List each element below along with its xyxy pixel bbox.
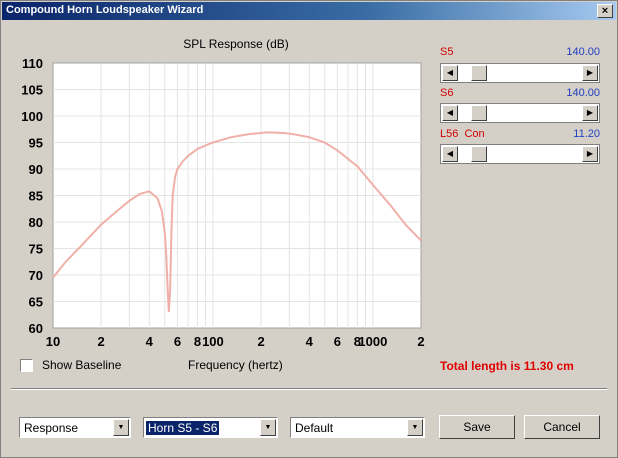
x-tick-label: 4	[306, 334, 314, 349]
horn-select-value: Horn S5 - S6	[144, 420, 221, 436]
scroll-left-icon[interactable]: ◀	[442, 65, 458, 81]
slider-s5[interactable]: ◀ ▶	[440, 63, 600, 83]
slider-s6-value: 140.00	[566, 87, 600, 99]
y-tick-label: 80	[29, 215, 43, 230]
x-tick-label: 2	[257, 334, 264, 349]
x-tick-label: 6	[334, 334, 341, 349]
total-length-text: Total length is 11.30 cm	[440, 359, 574, 373]
scroll-right-icon[interactable]: ▶	[582, 146, 598, 162]
chevron-down-icon[interactable]: ▼	[407, 419, 423, 436]
slider-thumb[interactable]	[471, 65, 488, 81]
slider-l56-label: L56 Con	[440, 128, 485, 140]
y-tick-label: 85	[29, 189, 43, 204]
slider-s6[interactable]: ◀ ▶	[440, 103, 600, 123]
slider-s6-label: S6	[440, 87, 454, 99]
slider-thumb[interactable]	[471, 146, 488, 162]
y-tick-label: 90	[29, 162, 43, 177]
chevron-down-icon[interactable]: ▼	[113, 419, 129, 436]
chevron-down-icon[interactable]: ▼	[260, 419, 276, 436]
y-tick-label: 110	[22, 56, 43, 71]
y-tick-label: 65	[29, 295, 43, 310]
slider-s5-value: 140.00	[566, 46, 600, 58]
scroll-left-icon[interactable]: ◀	[442, 105, 458, 121]
y-tick-label: 105	[21, 83, 43, 98]
y-tick-label: 60	[29, 321, 43, 336]
scroll-right-icon[interactable]: ▶	[582, 65, 598, 81]
y-tick-label: 100	[21, 109, 43, 124]
show-baseline-label[interactable]: Show Baseline	[42, 358, 121, 372]
scroll-left-icon[interactable]: ◀	[442, 146, 458, 162]
x-axis-label: Frequency (hertz)	[188, 358, 283, 372]
x-tick-label: 4	[146, 334, 154, 349]
preset-select-value: Default	[295, 421, 334, 435]
show-baseline-checkbox[interactable]	[20, 359, 33, 372]
slider-thumb[interactable]	[471, 105, 488, 121]
scroll-right-icon[interactable]: ▶	[582, 105, 598, 121]
y-tick-label: 75	[29, 242, 43, 257]
separator	[11, 388, 607, 390]
x-tick-label: 100	[202, 334, 224, 349]
view-select[interactable]: Response ▼	[19, 417, 131, 438]
x-tick-label: 2	[417, 334, 424, 349]
x-tick-label: 2	[98, 334, 105, 349]
slider-l56-con[interactable]: ◀ ▶	[440, 144, 600, 164]
x-tick-label: 10	[46, 334, 60, 349]
slider-l56-value: 11.20	[573, 128, 600, 140]
y-tick-label: 95	[29, 136, 43, 151]
slider-s5-label: S5	[440, 46, 454, 58]
save-button[interactable]: Save	[439, 415, 515, 439]
cancel-button[interactable]: Cancel	[524, 415, 600, 439]
wizard-window: Compound Horn Loudspeaker Wizard × SPL R…	[0, 0, 618, 458]
x-tick-label: 8	[194, 334, 201, 349]
horn-select[interactable]: Horn S5 - S6 ▼	[143, 417, 278, 438]
preset-select[interactable]: Default ▼	[290, 417, 425, 438]
view-select-value: Response	[24, 421, 79, 435]
x-tick-label: 1000	[358, 334, 387, 349]
x-tick-label: 6	[174, 334, 181, 349]
y-tick-label: 70	[29, 268, 43, 283]
